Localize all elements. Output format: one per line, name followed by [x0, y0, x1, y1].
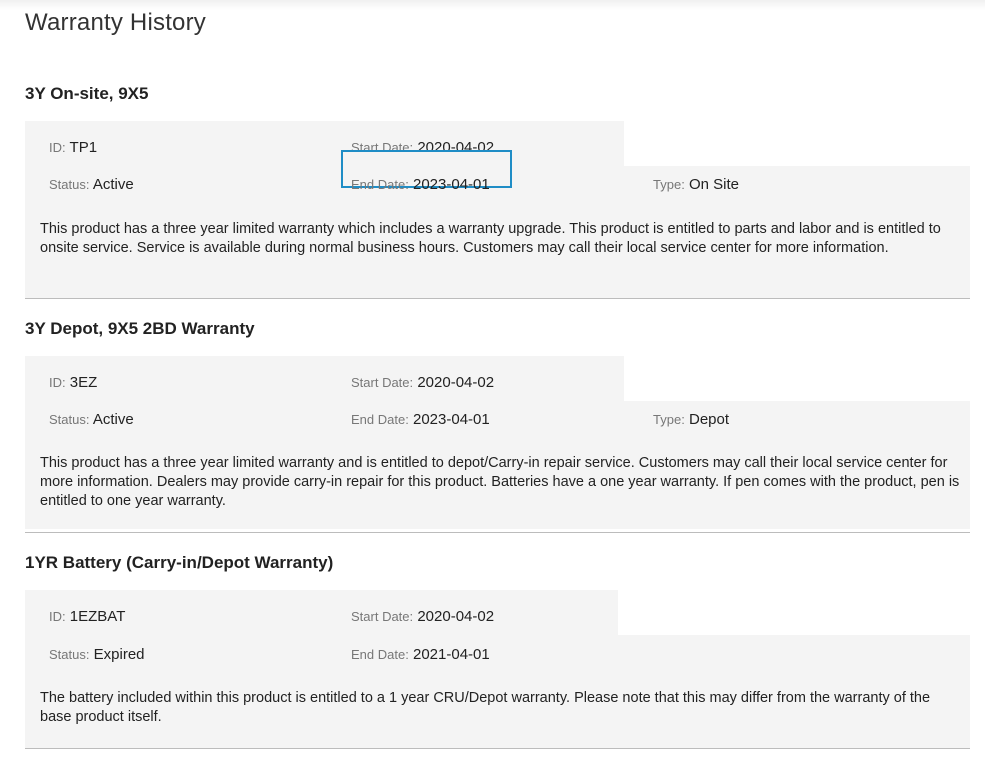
card-top-background: [25, 356, 624, 401]
end-date-field: End Date: 2023-04-01: [351, 411, 490, 428]
warranty-title: 1YR Battery (Carry-in/Depot Warranty): [25, 553, 334, 572]
status-value: Active: [92, 411, 134, 428]
start-date-label: Start Date: [351, 609, 410, 624]
section-divider: [25, 748, 970, 749]
status-value: Expired: [93, 646, 145, 663]
status-label: Status: [49, 412, 86, 427]
warranty-description: This product has a three year limited wa…: [40, 221, 941, 256]
type-value: Depot: [688, 411, 730, 428]
section-divider: [25, 298, 970, 299]
type-label: Type: [653, 412, 682, 427]
end-date-value: 2023-04-01: [413, 411, 490, 428]
status-value: Active: [92, 176, 134, 193]
end-date-label: End Date: [351, 177, 406, 192]
id-label: ID: [49, 609, 62, 624]
warranty-description: This product has a three year limited wa…: [40, 455, 960, 509]
type-field: Type: On Site: [653, 176, 740, 193]
start-date-value: 2020-04-02: [417, 608, 495, 625]
id-value: 1EZBAT: [69, 608, 126, 625]
end-date-value: 2021-04-01: [413, 646, 490, 663]
type-field: Type: Depot: [653, 411, 730, 428]
warranty-title: 3Y On-site, 9X5: [25, 84, 149, 103]
warranty-title: 3Y Depot, 9X5 2BD Warranty: [25, 319, 255, 338]
id-value: TP1: [69, 139, 98, 156]
end-date-field: End Date: 2023-04-01: [351, 176, 490, 193]
type-label: Type: [653, 177, 682, 192]
start-date-value: 2020-04-02: [417, 374, 495, 391]
status-field: Status: Active: [49, 176, 134, 193]
page-title: Warranty History: [25, 9, 206, 36]
end-date-value: 2023-04-01: [413, 176, 490, 193]
status-label: Status: [49, 647, 86, 662]
type-value: On Site: [688, 176, 740, 193]
section-divider: [25, 532, 970, 533]
id-label: ID: [49, 375, 62, 390]
end-date-label: End Date: [351, 647, 406, 662]
id-field: ID: 3EZ: [49, 374, 98, 391]
end-date-field: End Date: 2021-04-01: [351, 646, 490, 663]
status-field: Status: Active: [49, 411, 134, 428]
warranty-section: 3Y On-site, 9X5 ID: TP1 Start Date: 2020…: [25, 84, 970, 299]
id-value: 3EZ: [69, 374, 98, 391]
card-top-background: [25, 121, 624, 166]
start-date-field: Start Date: 2020-04-02: [351, 374, 495, 391]
status-label: Status: [49, 177, 86, 192]
warranty-section: 1YR Battery (Carry-in/Depot Warranty) ID…: [25, 553, 970, 753]
status-field: Status: Expired: [49, 646, 145, 663]
id-field: ID: TP1: [49, 139, 98, 156]
end-date-label: End Date: [351, 412, 406, 427]
id-label: ID: [49, 140, 62, 155]
warranty-section: 3Y Depot, 9X5 2BD Warranty ID: 3EZ Start…: [25, 319, 970, 534]
start-date-label: Start Date: [351, 375, 410, 390]
id-field: ID: 1EZBAT: [49, 608, 126, 625]
warranty-description: The battery included within this product…: [40, 690, 931, 725]
start-date-field: Start Date: 2020-04-02: [351, 608, 495, 625]
